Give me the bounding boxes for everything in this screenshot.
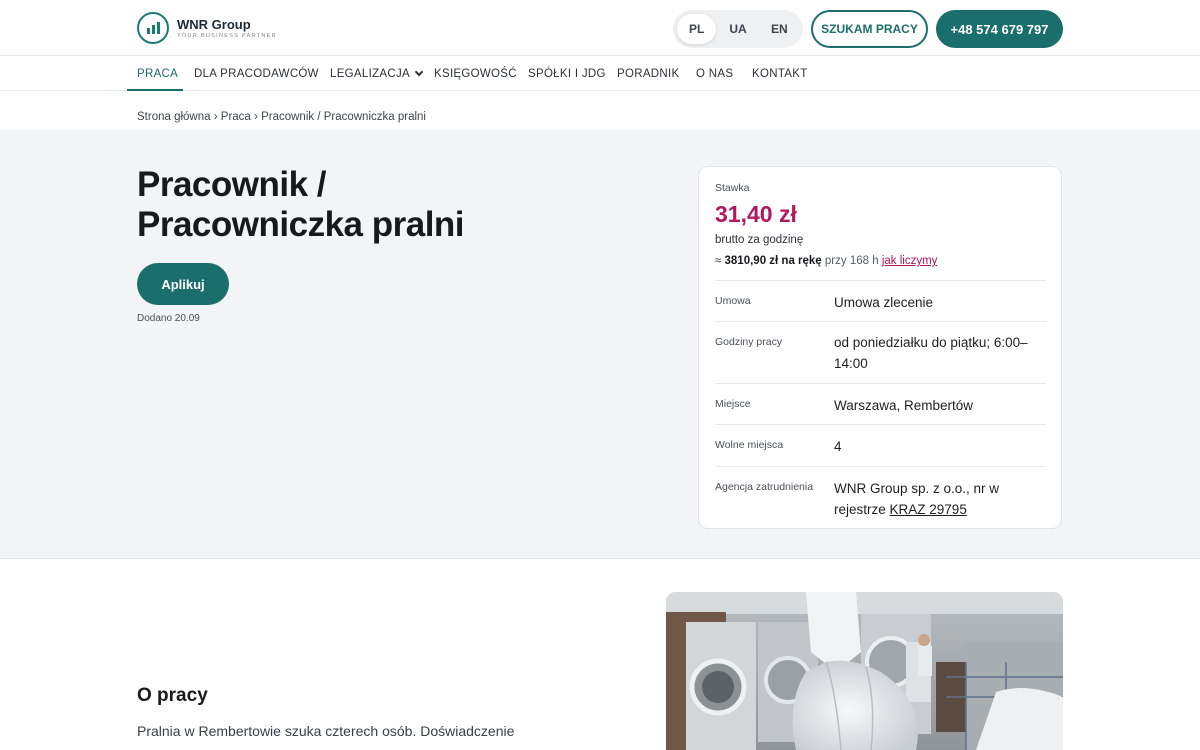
- divider: [715, 321, 1046, 322]
- brand-name: WNR Group: [177, 17, 251, 32]
- rate-subtitle: brutto za godzinę: [715, 234, 804, 246]
- job-details-card: Stawka 31,40 zł brutto za godzinę ≈ 3810…: [698, 166, 1062, 529]
- kraz-link[interactable]: KRAZ 29795: [890, 502, 967, 517]
- logo-chart-icon: [137, 12, 169, 44]
- detail-label-agency: Agencja zatrudnienia: [715, 481, 814, 493]
- rate-value: 31,40 zł: [715, 201, 797, 227]
- detail-value-hours: od poniedziałku do piątku; 6:00–14:00: [834, 335, 1028, 371]
- rate-label: Stawka: [715, 182, 750, 194]
- brand-tagline: YOUR BUSINESS PARTNER: [177, 33, 277, 39]
- detail-value-contract: Umowa zlecenie: [834, 295, 934, 310]
- main-nav: PRACA DLA PRACODAWCÓW LEGALIZACJA KSIĘGO…: [0, 57, 1200, 91]
- net-hours: przy 168 h: [824, 255, 879, 267]
- find-job-button[interactable]: SZUKAM PRACY: [811, 10, 928, 48]
- breadcrumb-jobs[interactable]: Praca: [221, 111, 251, 123]
- detail-value-agency: WNR Group sp. z o.o., nr w rejestrze KRA…: [834, 478, 1004, 520]
- nav-item-legalizacja[interactable]: LEGALIZACJA: [330, 57, 424, 91]
- breadcrumb: Strona główna › Praca › Pracownik / Prac…: [137, 111, 426, 123]
- divider: [715, 280, 1046, 281]
- nav-item-kontakt[interactable]: KONTAKT: [752, 57, 808, 91]
- breadcrumb-home[interactable]: Strona główna: [137, 111, 211, 123]
- phone-button[interactable]: +48 574 679 797: [936, 10, 1063, 48]
- nav-item-poradnik[interactable]: PORADNIK: [617, 57, 679, 91]
- detail-value-location: Warszawa, Rembertów: [834, 398, 974, 413]
- detail-label-location: Miejsce: [715, 398, 751, 410]
- nav-item-praca[interactable]: PRACA: [137, 57, 178, 91]
- net-amount: 3810,90 zł na rękę: [724, 255, 822, 267]
- laundry-photo: [666, 592, 1063, 750]
- breadcrumb-current: Pracownik / Pracowniczka pralni: [261, 111, 426, 123]
- nav-active-indicator: [127, 89, 183, 91]
- nav-item-ksiegowosc[interactable]: KSIĘGOWOŚĆ: [434, 57, 517, 91]
- divider: [715, 383, 1046, 384]
- nav-item-spolki[interactable]: SPÓŁKI I JDG: [528, 57, 606, 91]
- language-switcher: PL UA EN: [673, 10, 803, 48]
- laundry-photo-illustration: [666, 592, 1063, 750]
- detail-label-contract: Umowa: [715, 295, 751, 307]
- net-salary: ≈ 3810,90 zł na rękę przy 168 h jak licz…: [715, 255, 937, 267]
- net-prefix: ≈: [715, 255, 722, 267]
- detail-label-hours: Godziny pracy: [715, 336, 783, 348]
- date-added: Dodano 20.09: [137, 313, 200, 324]
- divider: [715, 424, 1046, 425]
- about-title: O pracy: [137, 685, 208, 706]
- apply-button[interactable]: Aplikuj: [137, 263, 229, 305]
- page-title: Pracownik / Pracowniczka pralni: [137, 165, 465, 244]
- about-text: Pralnia w Rembertowie szuka czterech osó…: [137, 723, 515, 739]
- detail-label-openings: Wolne miejsca: [715, 439, 784, 451]
- brand-logo[interactable]: WNR Group YOUR BUSINESS PARTNER: [137, 12, 277, 44]
- breadcrumb-separator: ›: [254, 111, 258, 123]
- nav-item-o-nas[interactable]: O NAS: [696, 57, 733, 91]
- divider: [715, 466, 1046, 467]
- top-header: WNR Group YOUR BUSINESS PARTNER PL UA EN…: [0, 0, 1200, 56]
- detail-value-openings: 4: [834, 439, 842, 454]
- chevron-down-icon: [414, 67, 424, 77]
- lang-ua-button[interactable]: UA: [718, 14, 757, 44]
- nav-item-dla-pracodawcow[interactable]: DLA PRACODAWCÓW: [194, 57, 319, 91]
- lang-en-button[interactable]: EN: [760, 14, 799, 44]
- breadcrumb-separator: ›: [213, 111, 218, 123]
- how-we-calculate-link[interactable]: jak liczymy: [882, 255, 938, 267]
- lang-pl-button[interactable]: PL: [677, 14, 717, 44]
- nav-item-legalizacja-label: LEGALIZACJA: [330, 68, 410, 80]
